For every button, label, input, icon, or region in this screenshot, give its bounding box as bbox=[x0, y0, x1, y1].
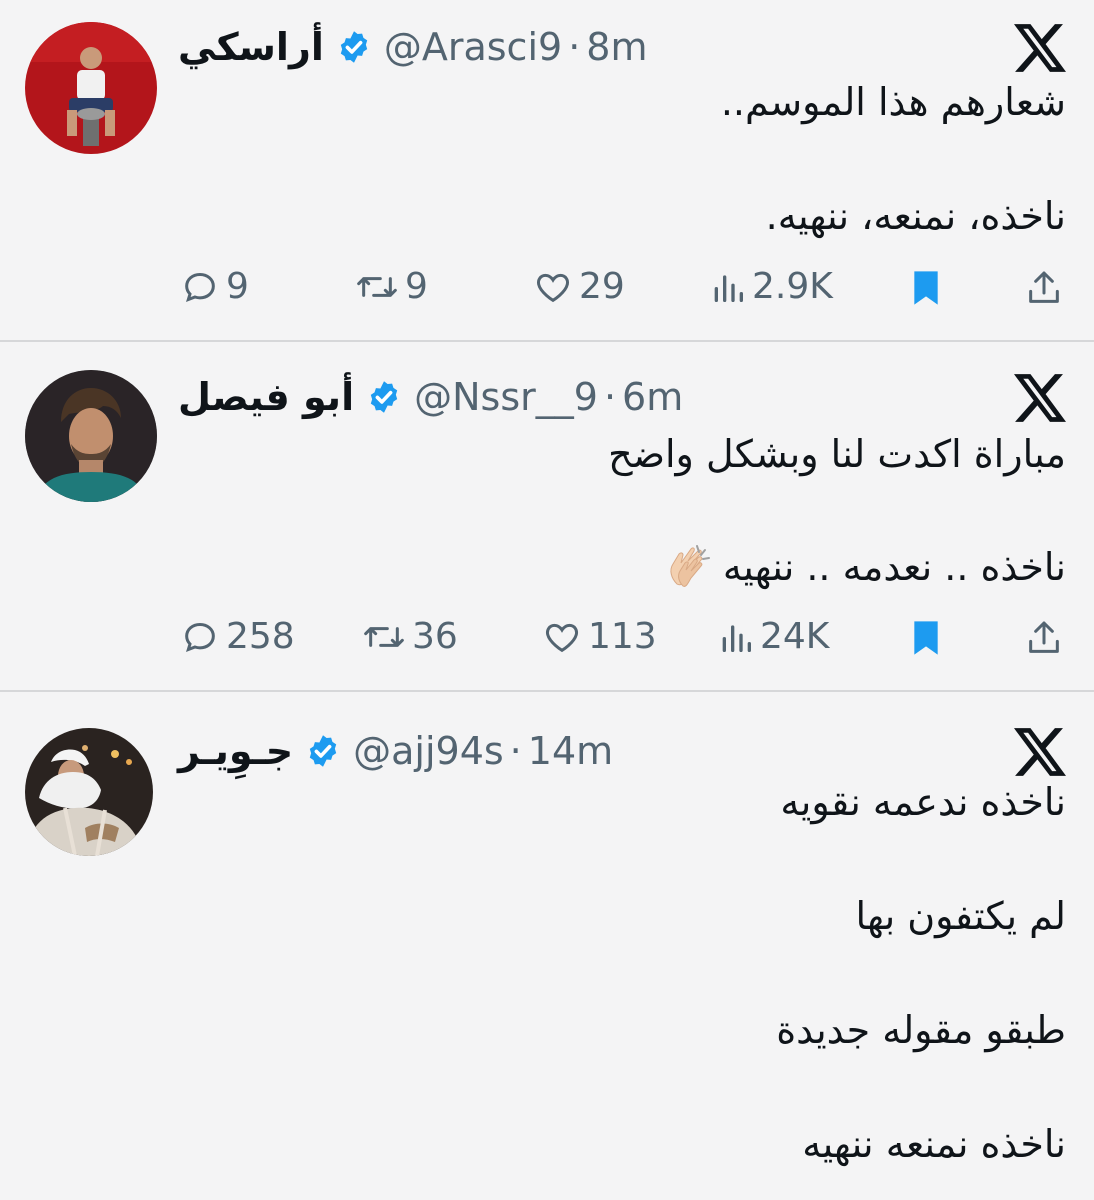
tweet-text-line: لم يكتفون بها bbox=[855, 894, 1066, 938]
handle[interactable]: @Nssr__9 bbox=[414, 375, 598, 419]
bookmark-button[interactable] bbox=[908, 618, 950, 658]
repost-button[interactable]: 36 bbox=[362, 616, 458, 657]
repost-icon bbox=[357, 276, 397, 297]
share-button[interactable] bbox=[1024, 268, 1070, 308]
repost-count: 36 bbox=[412, 616, 458, 657]
like-icon bbox=[536, 273, 570, 302]
action-bar: 9 9 29 2.9K bbox=[0, 266, 1094, 316]
tweet-text-line: شعارهم هذا الموسم.. bbox=[720, 80, 1066, 124]
tweet-1[interactable]: أراسكي @Arasci9 · 8m شعارهم هذا الموسم..… bbox=[0, 0, 1094, 340]
like-button[interactable]: 113 bbox=[542, 616, 657, 657]
share-icon bbox=[1029, 271, 1059, 303]
repost-icon bbox=[364, 626, 404, 647]
verified-badge-icon bbox=[370, 381, 398, 413]
like-button[interactable]: 29 bbox=[533, 266, 625, 307]
reply-icon bbox=[185, 622, 215, 652]
tweet-text-line: ناخذه، نمنعه، ننهيه. bbox=[765, 194, 1066, 238]
repost-button[interactable]: 9 bbox=[355, 266, 428, 307]
display-name[interactable]: جـوِيـر bbox=[178, 729, 293, 773]
reply-count: 258 bbox=[226, 616, 295, 657]
handle[interactable]: @ajj94s bbox=[353, 729, 504, 773]
views-button[interactable]: 2.9K bbox=[710, 266, 833, 307]
avatar[interactable] bbox=[25, 728, 153, 856]
handle[interactable]: @Arasci9 bbox=[384, 25, 562, 69]
tweet-text-line-with-emoji: ناخذه .. نعدمه .. ننهيه bbox=[663, 542, 1066, 592]
avatar[interactable] bbox=[25, 22, 157, 154]
timestamp[interactable]: 14m bbox=[528, 729, 613, 773]
bookmark-icon bbox=[914, 621, 938, 655]
separator: · bbox=[509, 729, 522, 773]
like-count: 113 bbox=[588, 616, 657, 657]
share-button[interactable] bbox=[1024, 618, 1070, 658]
tweet-header: جـوِيـر @ajj94s · 14m bbox=[178, 726, 613, 776]
tweet-text-line: ناخذه نمنعه ننهيه bbox=[802, 1122, 1066, 1166]
timestamp[interactable]: 8m bbox=[586, 25, 647, 69]
like-icon bbox=[545, 623, 579, 652]
timestamp[interactable]: 6m bbox=[622, 375, 683, 419]
reply-button[interactable]: 258 bbox=[180, 616, 295, 657]
display-name[interactable]: أبو فيصل bbox=[178, 375, 354, 419]
avatar[interactable] bbox=[25, 370, 157, 502]
repost-count: 9 bbox=[405, 266, 428, 307]
tweet-header: أراسكي @Arasci9 · 8m bbox=[178, 22, 647, 72]
x-logo-icon bbox=[1014, 728, 1066, 776]
reply-button[interactable]: 9 bbox=[180, 266, 249, 307]
verified-badge-icon bbox=[309, 735, 337, 767]
reply-count: 9 bbox=[226, 266, 249, 307]
views-icon bbox=[722, 624, 751, 652]
tweet-header: أبو فيصل @Nssr__9 · 6m bbox=[178, 372, 683, 422]
clapping-hands-icon bbox=[670, 545, 710, 587]
tweet-text-line: ناخذه .. نعدمه .. ننهيه bbox=[722, 545, 1066, 589]
tweet-2[interactable]: أبو فيصل @Nssr__9 · 6m مباراة اكدت لنا و… bbox=[0, 342, 1094, 690]
like-count: 29 bbox=[579, 266, 625, 307]
bookmark-icon bbox=[914, 271, 938, 305]
tweet-text-line: طبقو مقوله جديدة bbox=[776, 1008, 1066, 1052]
reply-icon bbox=[185, 272, 215, 302]
views-button[interactable]: 24K bbox=[718, 616, 829, 657]
x-logo-icon bbox=[1014, 24, 1066, 72]
tweet-text-line: ناخذه ندعمه نقويه bbox=[780, 780, 1066, 824]
tweet-text-line: مباراة اكدت لنا وبشكل واضح bbox=[608, 432, 1066, 476]
x-logo-icon bbox=[1014, 374, 1066, 422]
views-count: 24K bbox=[760, 616, 830, 657]
separator: · bbox=[568, 25, 581, 69]
views-count: 2.9K bbox=[752, 266, 833, 307]
share-icon bbox=[1029, 621, 1059, 653]
verified-badge-icon bbox=[340, 31, 368, 63]
tweet-3[interactable]: جـوِيـر @ajj94s · 14m ناخذه ندعمه نقويه … bbox=[0, 692, 1094, 1200]
display-name[interactable]: أراسكي bbox=[178, 25, 324, 69]
views-icon bbox=[714, 274, 743, 302]
separator: · bbox=[603, 375, 617, 419]
bookmark-button[interactable] bbox=[908, 268, 950, 308]
action-bar: 258 36 113 24K bbox=[0, 616, 1094, 666]
